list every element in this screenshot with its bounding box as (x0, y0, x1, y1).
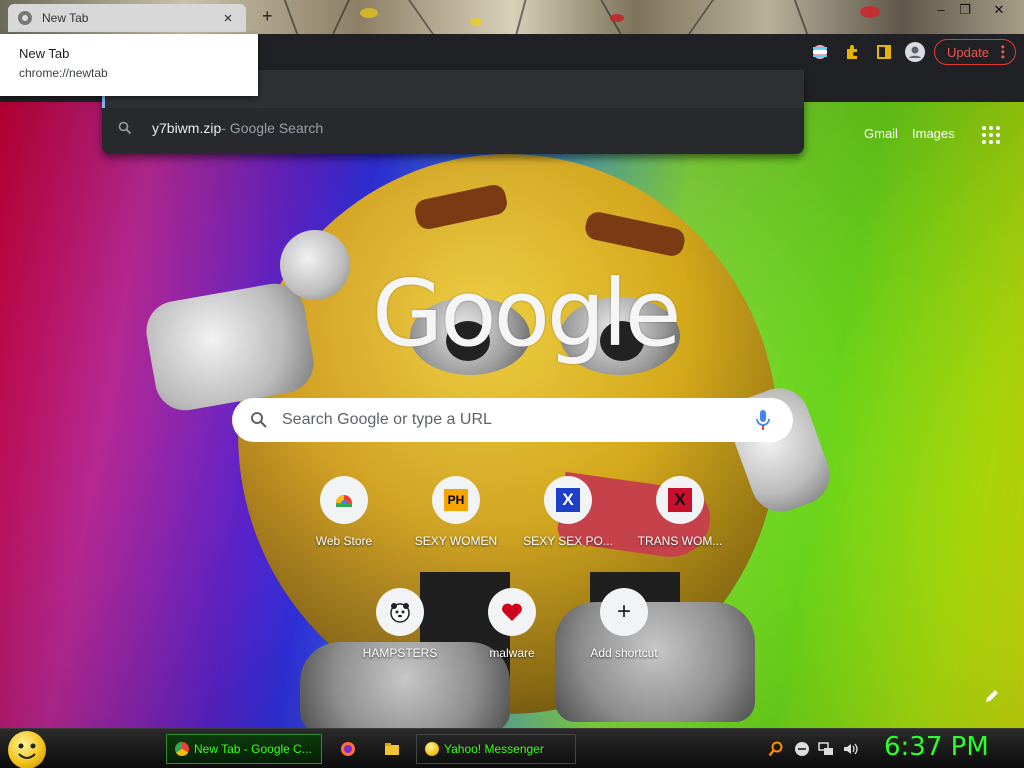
shortcut-label: HAMPSTERS (362, 646, 438, 660)
shortcut-trans-wom[interactable]: X TRANS WOM... (624, 476, 736, 548)
hover-card-url: chrome://newtab (19, 66, 108, 80)
taskbar-item-chrome[interactable]: New Tab - Google C... (166, 734, 322, 764)
extensions-icon[interactable] (842, 42, 862, 62)
title-bar: New Tab × + – ❐ ✕ (0, 0, 1024, 34)
web-store-icon (320, 476, 368, 524)
chrome-favicon-icon (18, 11, 32, 25)
file-explorer-icon[interactable] (384, 741, 400, 757)
shortcut-label: TRANS WOM... (637, 534, 723, 548)
update-button[interactable]: Update • • • (934, 39, 1016, 65)
ph-icon: PH (432, 476, 480, 524)
minimize-button[interactable]: – (932, 2, 950, 18)
search-tray-icon[interactable] (768, 741, 784, 757)
shortcut-label: SEXY WOMEN (414, 534, 498, 548)
shortcut-web-store[interactable]: Web Store (288, 476, 400, 548)
heart-icon (488, 588, 536, 636)
suggestion-suffix: - Google Search (221, 120, 324, 136)
taskbar-item-yahoo-messenger[interactable]: Yahoo! Messenger (416, 734, 576, 764)
voice-search-icon[interactable] (755, 408, 771, 432)
shortcut-sexy-sex-po[interactable]: X SEXY SEX PO... (512, 476, 624, 548)
shortcut-label: malware (489, 646, 535, 660)
ntp-search-box[interactable]: Search Google or type a URL (232, 398, 793, 442)
browser-tab[interactable]: New Tab × (8, 4, 246, 32)
gmail-link[interactable]: Gmail (864, 126, 898, 141)
tab-close-icon[interactable]: × (220, 10, 236, 27)
shortcut-sexy-women[interactable]: PH SEXY WOMEN (400, 476, 512, 548)
close-window-button[interactable]: ✕ (990, 2, 1008, 18)
taskbar-clock[interactable]: 6:37 PM (884, 732, 989, 762)
profile-flag-icon[interactable] (810, 42, 830, 62)
maximize-button[interactable]: ❐ (956, 2, 974, 18)
shortcut-hampsters[interactable]: HAMPSTERS (344, 588, 456, 660)
shortcut-label: Web Store (315, 534, 373, 548)
tab-hover-card: New Tab chrome://newtab (0, 34, 258, 96)
firefox-icon[interactable] (340, 741, 356, 757)
google-apps-icon[interactable] (982, 126, 1000, 144)
customize-pencil-icon[interactable] (984, 688, 1000, 704)
chrome-icon (175, 742, 189, 756)
network-tray-icon[interactable] (818, 741, 834, 757)
suggestion-query: y7biwm.zip (152, 120, 222, 136)
menu-dots-icon[interactable]: • • • (1001, 41, 1005, 63)
new-tab-page: Gmail Images Google Search Google or typ… (0, 102, 1024, 728)
shortcut-label: Add shortcut (590, 646, 658, 660)
taskbar: New Tab - Google C... Yahoo! Messenger 6… (0, 728, 1024, 768)
search-icon (251, 412, 267, 428)
search-placeholder: Search Google or type a URL (282, 411, 492, 428)
volume-tray-icon[interactable] (842, 741, 858, 757)
start-button-smiley-icon[interactable] (8, 731, 46, 768)
side-panel-icon[interactable] (874, 42, 894, 62)
omnibox-suggestion[interactable]: y7biwm.zip - Google Search (102, 108, 804, 148)
shortcut-label: SEXY SEX PO... (523, 534, 613, 548)
x-red-icon: X (656, 476, 704, 524)
plus-icon: + (600, 588, 648, 636)
yahoo-messenger-icon (425, 742, 439, 756)
update-label: Update (947, 44, 989, 60)
task-label: Yahoo! Messenger (444, 742, 544, 756)
new-tab-button[interactable]: + (262, 6, 273, 27)
search-icon (118, 121, 132, 135)
status-tray-icon[interactable] (794, 741, 810, 757)
hamster-icon (376, 588, 424, 636)
shortcut-malware[interactable]: malware (456, 588, 568, 660)
google-logo: Google (372, 260, 681, 367)
avatar-icon[interactable] (905, 42, 925, 62)
images-link[interactable]: Images (912, 126, 955, 141)
add-shortcut-button[interactable]: + Add shortcut (568, 588, 680, 660)
tab-title: New Tab (42, 11, 89, 25)
x-blue-icon: X (544, 476, 592, 524)
task-label: New Tab - Google C... (194, 742, 312, 756)
hover-card-title: New Tab (19, 46, 70, 61)
